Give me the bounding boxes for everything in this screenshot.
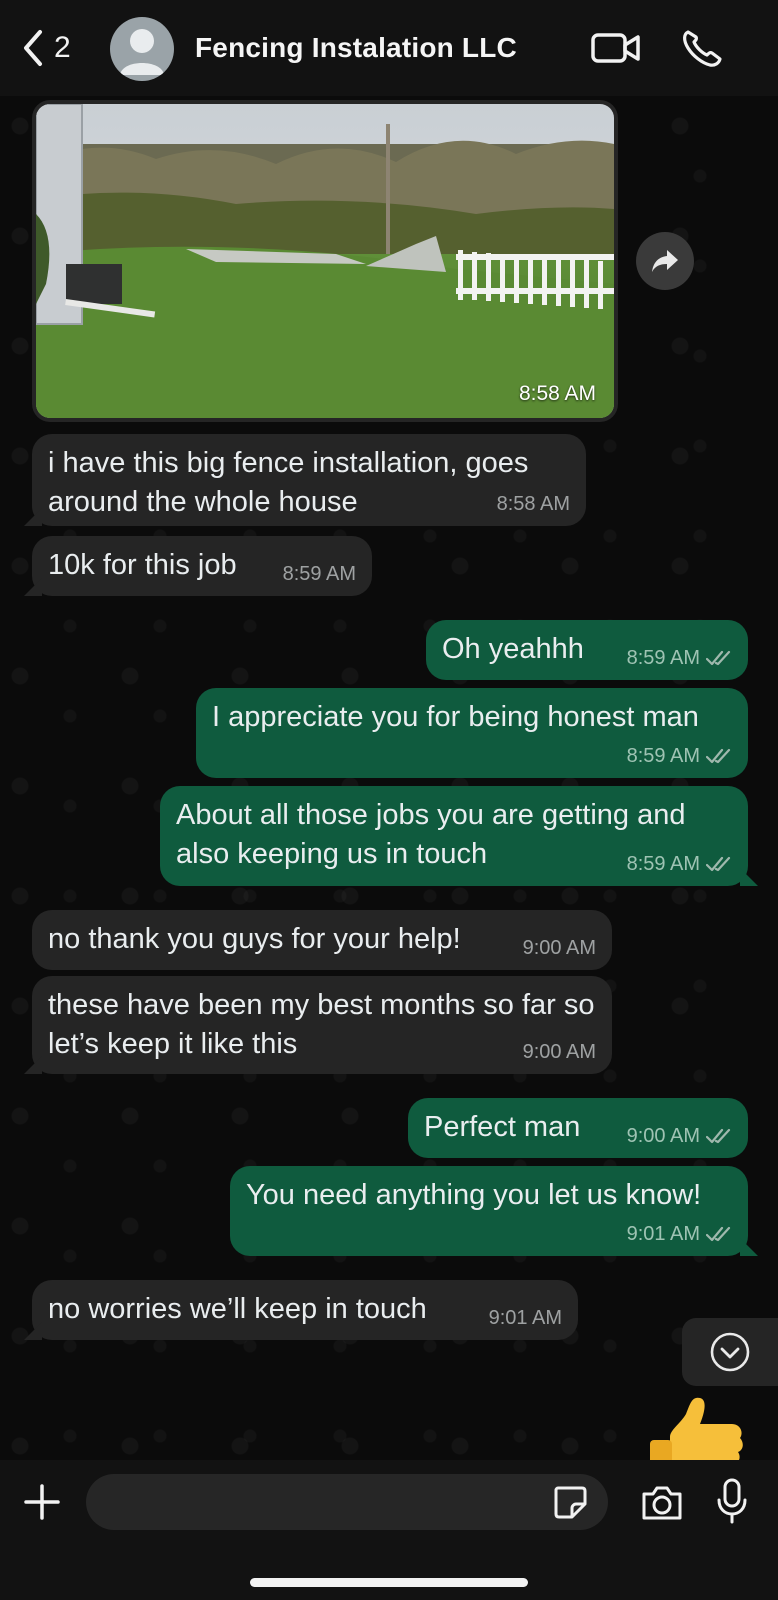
microphone-icon[interactable] [716,1478,748,1524]
outgoing-message[interactable]: Oh yeahhh 8:59 AM [426,620,748,680]
message-text: no thank you guys for your help! [48,923,461,955]
image-message[interactable]: 8:58 AM [32,100,618,422]
double-check-icon [706,747,732,765]
home-indicator [250,1578,528,1587]
incoming-message[interactable]: these have been my best months so far so… [32,976,612,1074]
forward-button[interactable] [636,232,694,290]
unread-count: 2 [54,31,71,64]
outgoing-message[interactable]: Perfect man 9:00 AM [408,1098,748,1158]
message-time: 8:58 AM [496,493,570,515]
message-time: 8:59 AM [626,647,700,669]
share-arrow-icon [652,250,678,272]
double-check-icon [706,1225,732,1243]
message-time: 9:01 AM [626,1223,700,1245]
message-time: 8:59 AM [626,745,700,767]
message-text: i have this big fence installation, goes… [48,447,529,518]
chat-header: 2 Fencing Instalation LLC [0,0,778,96]
phone-icon[interactable] [680,28,724,68]
plus-icon[interactable] [22,1482,62,1522]
chat-area[interactable]: 8:58 AM i have this big fence installati… [0,96,778,1460]
message-time: 9:00 AM [522,937,596,959]
message-time: 9:00 AM [626,1125,700,1147]
chevron-down-icon [710,1332,750,1372]
incoming-message[interactable]: no worries we’ll keep in touch 9:01 AM [32,1280,578,1340]
fence-photo[interactable]: 8:58 AM [36,104,614,418]
message-time: 9:01 AM [488,1307,562,1329]
double-check-icon [706,855,732,873]
camera-icon[interactable] [640,1482,684,1522]
back-button[interactable]: 2 [20,28,71,68]
message-time: 9:00 AM [522,1041,596,1063]
thumbs-up-sticker[interactable] [640,1392,750,1460]
message-text: these have been my best months so far so… [48,989,595,1060]
message-text: You need anything you let us know! [246,1179,702,1211]
double-check-icon [706,649,732,667]
chevron-left-icon [24,30,42,66]
message-text: no worries we’ll keep in touch [48,1293,427,1325]
message-input[interactable] [86,1474,608,1530]
outgoing-message[interactable]: You need anything you let us know! 9:01 … [230,1166,748,1256]
video-call-icon[interactable] [590,28,642,68]
incoming-message[interactable]: 10k for this job 8:59 AM [32,536,372,596]
outgoing-message[interactable]: I appreciate you for being honest man 8:… [196,688,748,778]
message-time: 8:58 AM [518,382,596,405]
message-time: 8:59 AM [626,853,700,875]
incoming-message[interactable]: no thank you guys for your help! 9:00 AM [32,910,612,970]
contact-name[interactable]: Fencing Instalation LLC [195,32,517,64]
composer-bar [0,1460,778,1600]
avatar[interactable] [110,17,174,81]
outgoing-message[interactable]: About all those jobs you are getting and… [160,786,748,886]
double-check-icon [706,1127,732,1145]
incoming-message[interactable]: i have this big fence installation, goes… [32,434,586,526]
sticker-icon[interactable] [552,1484,588,1520]
scroll-to-bottom-button[interactable] [682,1318,778,1386]
message-time: 8:59 AM [282,563,356,585]
message-text: I appreciate you for being honest man [212,701,699,733]
